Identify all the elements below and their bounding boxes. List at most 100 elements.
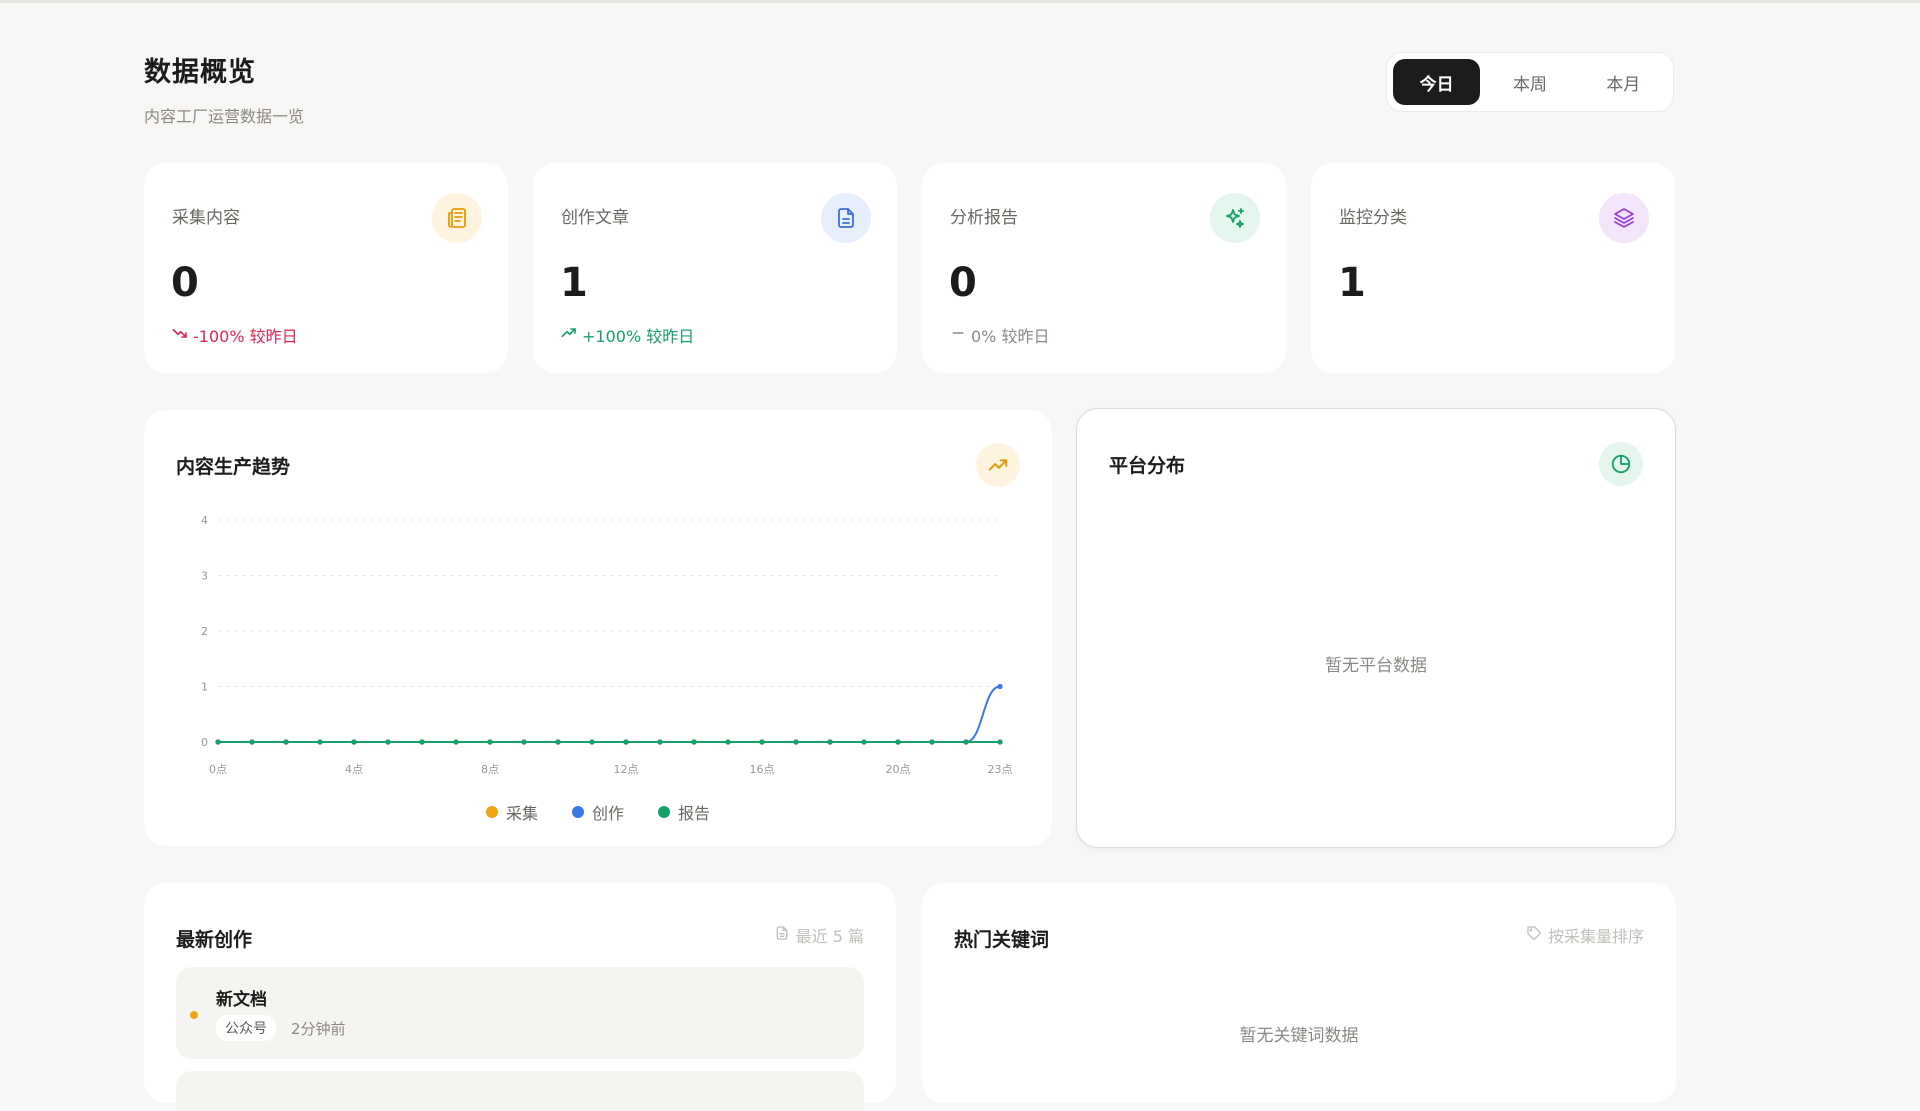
x-tick-label: 20点 xyxy=(886,763,911,776)
legend-label: 采集 xyxy=(505,804,538,823)
data-point xyxy=(623,739,629,745)
stat-change-text: 0% 较昨日 xyxy=(971,327,1050,346)
platform-panel: 平台分布 暂无平台数据 xyxy=(1076,408,1676,848)
platform-empty-text: 暂无平台数据 xyxy=(1325,656,1427,676)
data-point xyxy=(691,739,697,745)
keywords-panel-meta[interactable]: 按采集量排序 xyxy=(1526,923,1644,947)
data-point xyxy=(453,739,459,745)
data-point xyxy=(419,739,425,745)
latest-panel: 最新创作 最近 5 篇 新文档 公众号 2分钟前 xyxy=(144,883,896,1111)
newspaper-icon xyxy=(432,193,482,243)
latest-panel-title: 最新创作 xyxy=(176,929,253,951)
dashboard-page: 数据概览 内容工厂运营数据一览 今日 本周 本月 采集内容 0 -100% 较昨… xyxy=(144,0,1676,1111)
y-tick-label: 1 xyxy=(201,681,208,694)
legend-label: 报告 xyxy=(678,804,711,823)
stat-card-categories[interactable]: 监控分类 1 xyxy=(1311,163,1675,373)
page-subtitle: 内容工厂运营数据一览 xyxy=(144,107,305,126)
data-point xyxy=(759,739,765,745)
sparkles-icon xyxy=(1210,193,1260,243)
data-point xyxy=(997,739,1003,745)
legend-dot xyxy=(571,806,584,818)
stat-label: 采集内容 xyxy=(172,208,240,228)
data-point xyxy=(997,683,1003,690)
data-point xyxy=(793,739,799,745)
data-point xyxy=(895,739,901,745)
x-tick-label: 23点 xyxy=(988,763,1013,776)
page-header: 数据概览 内容工厂运营数据一览 xyxy=(144,50,304,127)
data-point xyxy=(657,739,663,745)
time-range-tabs: 今日 本周 本月 xyxy=(1386,52,1674,112)
tab-this-week[interactable]: 本周 xyxy=(1486,59,1573,105)
trending-down-icon xyxy=(172,325,188,345)
data-point xyxy=(521,739,527,745)
stat-value: 0 xyxy=(949,260,977,306)
stat-label: 创作文章 xyxy=(561,208,629,228)
data-point xyxy=(555,739,561,745)
legend-item[interactable]: 创作 xyxy=(571,800,624,824)
stat-label: 监控分类 xyxy=(1339,208,1407,228)
data-point xyxy=(317,739,323,745)
document-icon xyxy=(821,193,871,243)
platform-tag: 公众号 xyxy=(216,1015,276,1041)
legend-item[interactable]: 报告 xyxy=(658,800,710,824)
legend-dot xyxy=(658,806,670,818)
platform-panel-title: 平台分布 xyxy=(1109,455,1186,477)
x-tick-label: 16点 xyxy=(750,763,775,776)
data-point xyxy=(963,739,969,745)
keywords-meta-text: 按采集量排序 xyxy=(1547,927,1644,946)
status-dot xyxy=(190,1011,198,1019)
list-item[interactable]: 新文档 公众号 2分钟前 xyxy=(176,967,864,1059)
list-item-title: 新文档 xyxy=(216,990,267,1010)
x-tick-label: 12点 xyxy=(614,763,639,776)
pie-chart-icon xyxy=(1599,442,1643,486)
keywords-panel: 热门关键词 按采集量排序 暂无关键词数据 xyxy=(922,883,1676,1103)
legend-dot xyxy=(485,806,498,818)
list-item-time: 2分钟前 xyxy=(291,1020,346,1038)
y-tick-label: 4 xyxy=(201,514,208,527)
data-point xyxy=(929,739,935,745)
tab-today[interactable]: 今日 xyxy=(1393,59,1481,105)
legend-label: 创作 xyxy=(591,804,624,823)
series-line-创作 xyxy=(218,685,1001,743)
file-icon xyxy=(774,925,790,945)
keywords-panel-title: 热门关键词 xyxy=(954,929,1050,951)
stat-change: +100% 较昨日 xyxy=(561,323,694,347)
page-title: 数据概览 xyxy=(144,57,256,88)
data-point xyxy=(725,739,731,745)
trend-panel: 内容生产趋势 0 1 2 3 4 0点 4点 8点 12点 16点 20点 23点 采集 创作 报告 xyxy=(144,410,1052,846)
y-tick-label: 2 xyxy=(201,625,208,638)
data-point xyxy=(385,739,391,745)
stat-value: 0 xyxy=(171,260,199,306)
data-point xyxy=(351,739,357,745)
layers-icon xyxy=(1599,193,1649,243)
data-point xyxy=(589,739,595,745)
keywords-empty-text: 暂无关键词数据 xyxy=(1239,1026,1359,1046)
stat-value: 1 xyxy=(1338,260,1366,306)
stat-card-reports[interactable]: 分析报告 0 0% 较昨日 xyxy=(922,163,1286,373)
minus-icon xyxy=(950,325,966,345)
latest-panel-meta: 最近 5 篇 xyxy=(774,923,864,947)
latest-meta-text: 最近 5 篇 xyxy=(795,927,864,946)
tab-this-month[interactable]: 本月 xyxy=(1580,59,1667,105)
stat-change-text: +100% 较昨日 xyxy=(582,327,695,346)
x-tick-label: 8点 xyxy=(481,763,499,776)
tag-icon xyxy=(1526,925,1542,945)
data-point xyxy=(215,739,221,745)
stat-card-collected[interactable]: 采集内容 0 -100% 较昨日 xyxy=(144,163,508,373)
stat-change-text: -100% 较昨日 xyxy=(193,327,298,346)
data-point xyxy=(487,739,493,745)
x-tick-label: 0点 xyxy=(209,763,227,776)
x-tick-label: 4点 xyxy=(345,763,363,776)
stat-value: 1 xyxy=(560,260,588,306)
trend-line-chart: 0 1 2 3 4 0点 4点 8点 12点 16点 20点 23点 xyxy=(201,514,1013,776)
stat-change: 0% 较昨日 xyxy=(950,323,1049,347)
legend-item[interactable]: 采集 xyxy=(485,800,538,824)
data-point xyxy=(827,739,833,745)
stat-card-articles[interactable]: 创作文章 1 +100% 较昨日 xyxy=(533,163,897,373)
stat-change: -100% 较昨日 xyxy=(172,323,298,347)
chart-legend: 采集 创作 报告 xyxy=(144,800,1052,824)
y-tick-label: 3 xyxy=(201,570,208,583)
list-item[interactable] xyxy=(176,1071,864,1111)
stat-label: 分析报告 xyxy=(950,208,1018,228)
data-point xyxy=(861,739,867,745)
